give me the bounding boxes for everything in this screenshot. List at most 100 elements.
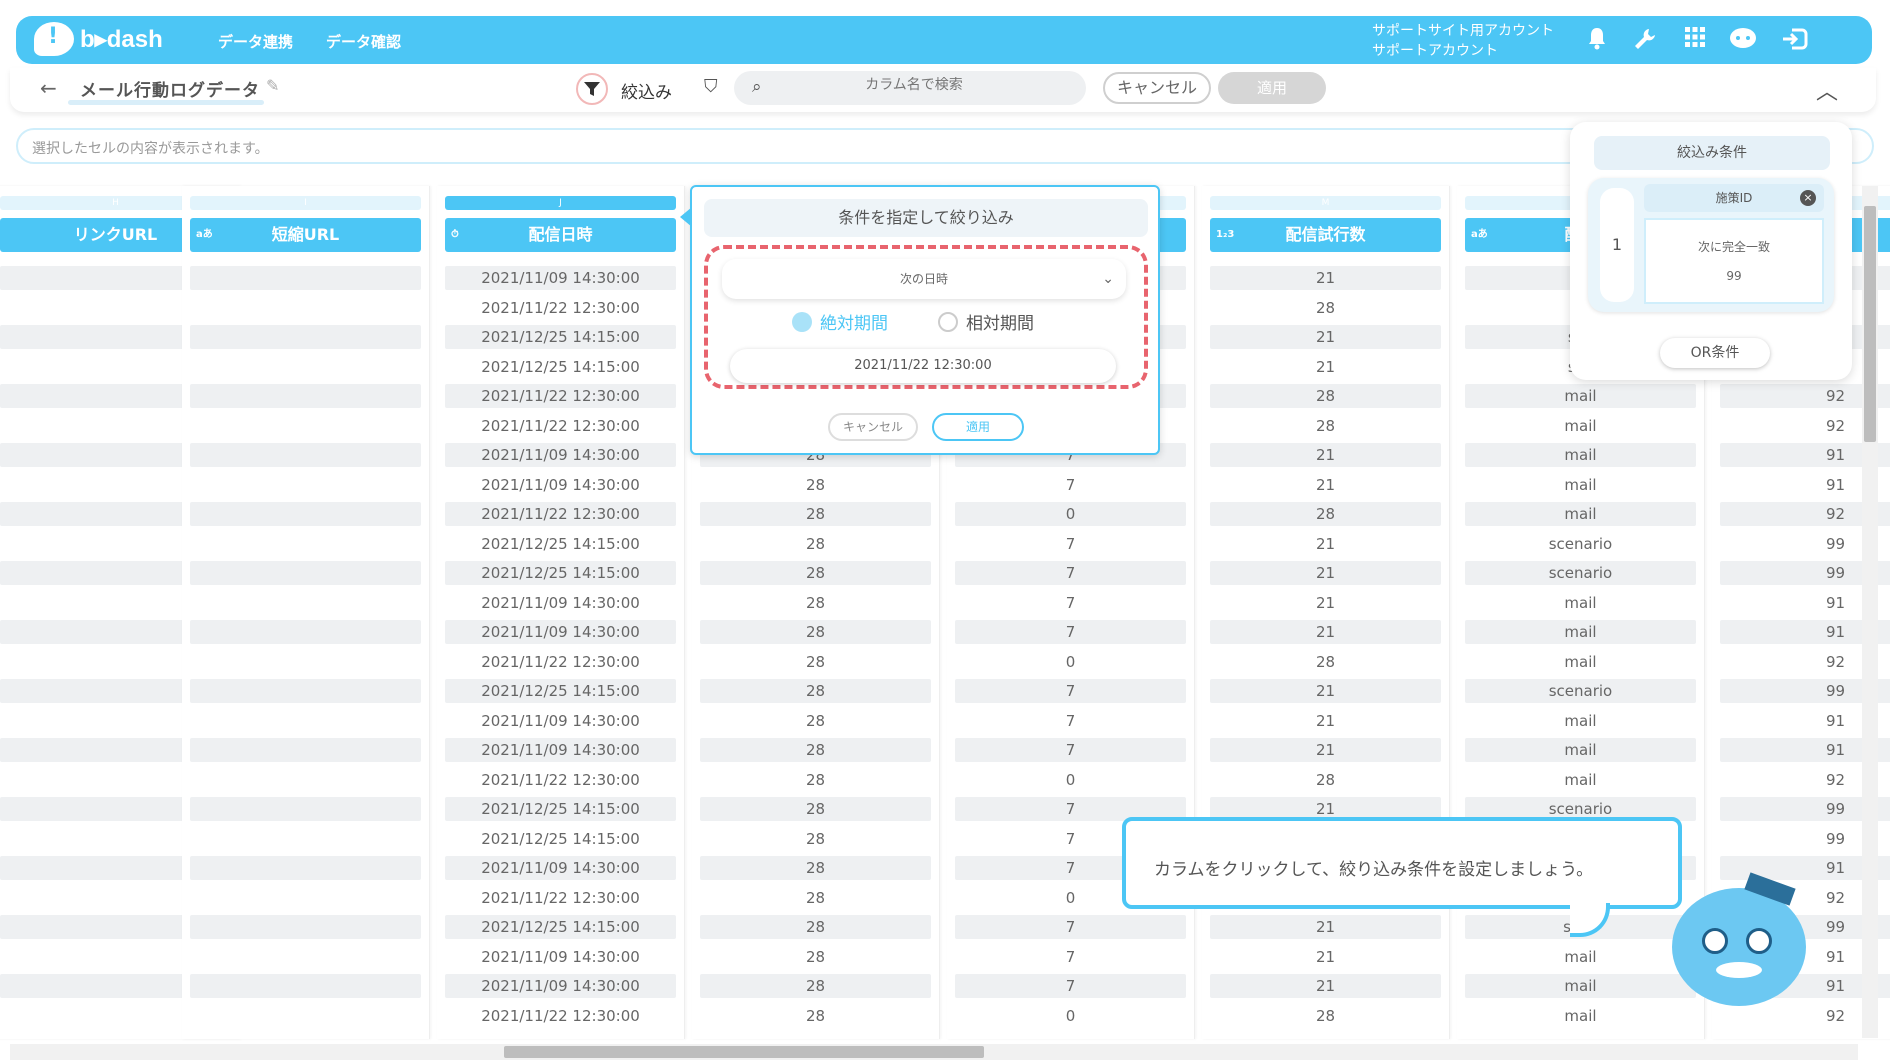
table-cell[interactable]: 28: [700, 886, 931, 910]
table-cell[interactable]: 28: [700, 679, 931, 703]
table-cell[interactable]: 28: [1210, 502, 1441, 526]
table-cell[interactable]: [190, 561, 421, 585]
table-cell[interactable]: 2021/12/25 14:15:00: [445, 325, 676, 349]
condition-value-box[interactable]: 次に完全一致 99: [1644, 218, 1824, 304]
table-cell[interactable]: 2021/11/22 12:30:00: [445, 886, 676, 910]
table-cell[interactable]: scenario: [1465, 561, 1696, 585]
table-cell[interactable]: mail: [1465, 620, 1696, 644]
table-cell[interactable]: [190, 738, 421, 762]
table-cell[interactable]: 7: [955, 561, 1186, 585]
pencil-icon[interactable]: ✎: [266, 76, 279, 95]
table-cell[interactable]: mail: [1465, 945, 1696, 969]
table-cell[interactable]: 28: [700, 738, 931, 762]
table-cell[interactable]: 21: [1210, 709, 1441, 733]
table-cell[interactable]: mail: [1465, 650, 1696, 674]
back-arrow-icon[interactable]: ←: [40, 76, 57, 100]
table-cell[interactable]: 7: [955, 709, 1186, 733]
table-cell[interactable]: [190, 502, 421, 526]
table-cell[interactable]: mail: [1465, 384, 1696, 408]
table-cell[interactable]: scenario: [1465, 679, 1696, 703]
table-cell[interactable]: 21: [1210, 679, 1441, 703]
table-cell[interactable]: 28: [700, 827, 931, 851]
column-search[interactable]: ⌕: [734, 71, 1086, 105]
table-cell[interactable]: 28: [700, 591, 931, 615]
table-cell[interactable]: mail: [1465, 768, 1696, 792]
table-cell[interactable]: 7: [955, 679, 1186, 703]
table-cell[interactable]: [190, 974, 421, 998]
table-cell[interactable]: 21: [1210, 738, 1441, 762]
table-cell[interactable]: 0: [955, 1004, 1186, 1028]
table-cell[interactable]: 2021/11/09 14:30:00: [445, 443, 676, 467]
table-cell[interactable]: [190, 414, 421, 438]
remove-condition-icon[interactable]: ×: [1800, 190, 1816, 206]
funnel-icon[interactable]: [576, 73, 608, 105]
table-cell[interactable]: 28: [700, 768, 931, 792]
table-cell[interactable]: [190, 296, 421, 320]
vertical-scroll-thumb[interactable]: [1864, 206, 1876, 442]
table-cell[interactable]: 21: [1210, 266, 1441, 290]
table-cell[interactable]: mail: [1465, 473, 1696, 497]
table-cell[interactable]: 21: [1210, 561, 1441, 585]
column-header[interactable]: 1₂3 配信試行数: [1210, 218, 1441, 252]
cancel-button[interactable]: キャンセル: [1103, 72, 1211, 104]
table-cell[interactable]: 7: [955, 620, 1186, 644]
table-cell[interactable]: 28: [700, 1004, 931, 1028]
table-cell[interactable]: 0: [955, 502, 1186, 526]
column-letter[interactable]: I: [190, 196, 421, 210]
table-cell[interactable]: 28: [700, 856, 931, 880]
table-cell[interactable]: [190, 325, 421, 349]
table-cell[interactable]: 2021/11/09 14:30:00: [445, 709, 676, 733]
dataset-title[interactable]: メール行動ログデータ: [80, 76, 260, 101]
table-cell[interactable]: 21: [1210, 473, 1441, 497]
radio-relative-period[interactable]: 相対期間: [938, 309, 1034, 334]
chat-icon[interactable]: [1728, 26, 1758, 54]
wrench-icon[interactable]: [1630, 26, 1660, 54]
table-cell[interactable]: 2021/11/09 14:30:00: [445, 591, 676, 615]
table-cell[interactable]: 21: [1210, 591, 1441, 615]
radio-absolute-period[interactable]: 絶対期間: [792, 309, 888, 334]
table-cell[interactable]: 2021/12/25 14:15:00: [445, 355, 676, 379]
bell-icon[interactable]: [1582, 26, 1612, 54]
table-cell[interactable]: [190, 384, 421, 408]
table-cell[interactable]: 2021/11/22 12:30:00: [445, 502, 676, 526]
table-cell[interactable]: 2021/11/22 12:30:00: [445, 1004, 676, 1028]
table-cell[interactable]: [190, 709, 421, 733]
table-cell[interactable]: 2021/11/09 14:30:00: [445, 856, 676, 880]
table-cell[interactable]: 21: [1210, 532, 1441, 556]
table-cell[interactable]: 2021/11/22 12:30:00: [445, 650, 676, 674]
table-cell[interactable]: 21: [1210, 620, 1441, 644]
condition-field[interactable]: 施策ID ×: [1644, 184, 1824, 212]
horizontal-scroll-thumb[interactable]: [504, 1046, 984, 1058]
table-cell[interactable]: 2021/12/25 14:15:00: [445, 827, 676, 851]
table-cell[interactable]: 2021/12/25 14:15:00: [445, 561, 676, 585]
table-cell[interactable]: 28: [700, 797, 931, 821]
table-cell[interactable]: 2021/11/09 14:30:00: [445, 620, 676, 644]
popup-apply-button[interactable]: 適用: [932, 413, 1024, 441]
table-cell[interactable]: mail: [1465, 709, 1696, 733]
table-cell[interactable]: 7: [955, 738, 1186, 762]
table-cell[interactable]: 28: [1210, 768, 1441, 792]
table-cell[interactable]: 28: [700, 502, 931, 526]
table-cell[interactable]: 7: [955, 473, 1186, 497]
account-info[interactable]: サポートサイト用アカウント サポートアカウント: [1372, 21, 1554, 61]
table-cell[interactable]: 21: [1210, 443, 1441, 467]
table-cell[interactable]: 21: [1210, 915, 1441, 939]
table-cell[interactable]: 28: [1210, 296, 1441, 320]
table-cell[interactable]: [190, 1004, 421, 1028]
table-cell[interactable]: [190, 591, 421, 615]
collapse-chevron-up-icon[interactable]: ︿: [1816, 74, 1838, 106]
table-cell[interactable]: 2021/11/22 12:30:00: [445, 384, 676, 408]
table-cell[interactable]: 28: [1210, 414, 1441, 438]
table-cell[interactable]: mail: [1465, 974, 1696, 998]
table-cell[interactable]: [190, 532, 421, 556]
table-cell[interactable]: [190, 266, 421, 290]
table-cell[interactable]: [190, 886, 421, 910]
table-cell[interactable]: [190, 355, 421, 379]
popup-cancel-button[interactable]: キャンセル: [828, 413, 918, 441]
table-cell[interactable]: [190, 650, 421, 674]
table-cell[interactable]: 7: [955, 974, 1186, 998]
table-cell[interactable]: 28: [700, 709, 931, 733]
column-header[interactable]: aあ 短縮URL: [190, 218, 421, 252]
table-cell[interactable]: mail: [1465, 414, 1696, 438]
table-cell[interactable]: 21: [1210, 945, 1441, 969]
